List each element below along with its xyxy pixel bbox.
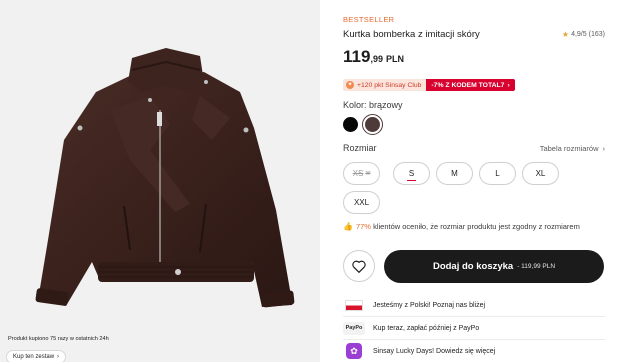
swatch-black[interactable] <box>343 117 358 132</box>
size-fit-note: 👍 77% klientów oceniło, że rozmiar produ… <box>343 222 580 231</box>
fit-percent: 77% <box>355 222 371 231</box>
size-option-xl[interactable]: XL <box>522 162 559 185</box>
star-icon: ★ <box>561 30 570 39</box>
popularity-note: Produkt kupiono 75 razy w ostatnich 24h <box>8 336 109 342</box>
favorite-button[interactable] <box>343 250 375 282</box>
size-label-l: L <box>495 169 500 178</box>
heart-icon <box>352 260 366 273</box>
price: 119 ,99 PLN <box>343 47 404 67</box>
rating-score: 4,9/5 <box>571 31 587 38</box>
info-row-poland[interactable]: Jesteśmy z Polski! Poznaj nas bliżej <box>343 296 605 314</box>
fit-text: klientów oceniło, że rozmiar produktu je… <box>373 222 580 231</box>
product-panel: BESTSELLER Kurtka bomberka z imitacji sk… <box>343 0 605 362</box>
chevron-right-icon: › <box>507 81 510 89</box>
club-icon: ✦ <box>346 81 354 89</box>
size-option-s[interactable]: S <box>393 162 430 185</box>
color-label: Kolor: brązowy <box>343 100 403 110</box>
size-label-xs: XS <box>352 169 364 178</box>
poland-flag-icon <box>345 299 363 311</box>
add-to-cart-button[interactable]: Dodaj do koszyka - 119,99 PLN <box>384 250 604 283</box>
size-option-xxl[interactable]: XXL <box>343 191 380 214</box>
size-option-xs[interactable]: XS ✉ <box>343 162 380 185</box>
rating[interactable]: ★ 4,9/5 (163) <box>562 30 605 39</box>
product-image[interactable]: Produkt kupiono 75 razy w ostatnich 24h … <box>0 0 320 362</box>
size-table-label: Tabela rozmiarów <box>539 144 599 153</box>
size-label: Rozmiar <box>343 143 377 153</box>
add-to-cart-price: - 119,99 PLN <box>517 263 556 270</box>
info-row-lucky-days[interactable]: ✿ Sinsay Lucky Days! Dowiedz się więcej <box>343 342 605 360</box>
size-label-xl: XL <box>535 169 546 178</box>
divider <box>343 339 605 340</box>
paypo-icon: PayPo <box>343 321 365 335</box>
bestseller-badge: BESTSELLER <box>343 15 395 24</box>
promo-code-badge[interactable]: -7% Z KODEM TOTAL7 › <box>426 79 515 91</box>
color-swatches <box>343 114 383 135</box>
swatch-brown[interactable] <box>362 114 383 135</box>
size-option-l[interactable]: L <box>479 162 516 185</box>
divider <box>343 316 605 317</box>
chevron-right-icon: › <box>602 144 606 153</box>
price-integer: 119 <box>343 47 371 66</box>
gift-icon: ✿ <box>346 343 362 359</box>
info-text-poland: Jesteśmy z Polski! Poznaj nas bliżej <box>373 301 486 309</box>
product-title: Kurtka bomberka z imitacji skóry <box>343 29 480 40</box>
promo-code: -7% Z KODEM TOTAL7 <box>431 81 505 89</box>
chevron-right-icon: › <box>57 354 60 360</box>
club-points: +120 pkt Sinsay Club <box>357 81 422 89</box>
thumbs-up-icon: 👍 <box>343 222 353 231</box>
shop-set-button[interactable]: Kup ten zestaw › <box>6 350 67 362</box>
shop-set-label: Kup ten zestaw <box>13 354 55 360</box>
size-label-s: S <box>406 169 417 181</box>
price-currency: PLN <box>385 54 404 64</box>
club-points-badge: ✦ +120 pkt Sinsay Club <box>343 79 427 91</box>
jacket-illustration <box>35 48 295 308</box>
size-label-xxl: XXL <box>353 198 370 207</box>
promo-banner: ✦ +120 pkt Sinsay Club -7% Z KODEM TOTAL… <box>343 79 515 91</box>
size-label-m: M <box>451 169 458 178</box>
size-table-link[interactable]: Tabela rozmiarów › <box>540 144 605 153</box>
info-text-lucky-days: Sinsay Lucky Days! Dowiedz się więcej <box>373 347 496 355</box>
size-option-m[interactable]: M <box>436 162 473 185</box>
info-row-paypo[interactable]: PayPo Kup teraz, zapłać później z PayPo <box>343 319 605 337</box>
mail-icon: ✉ <box>365 171 371 177</box>
info-text-paypo: Kup teraz, zapłać później z PayPo <box>373 324 480 332</box>
price-decimal: ,99 <box>370 54 383 64</box>
add-to-cart-label: Dodaj do koszyka <box>432 261 514 272</box>
rating-count: (163) <box>588 31 605 38</box>
